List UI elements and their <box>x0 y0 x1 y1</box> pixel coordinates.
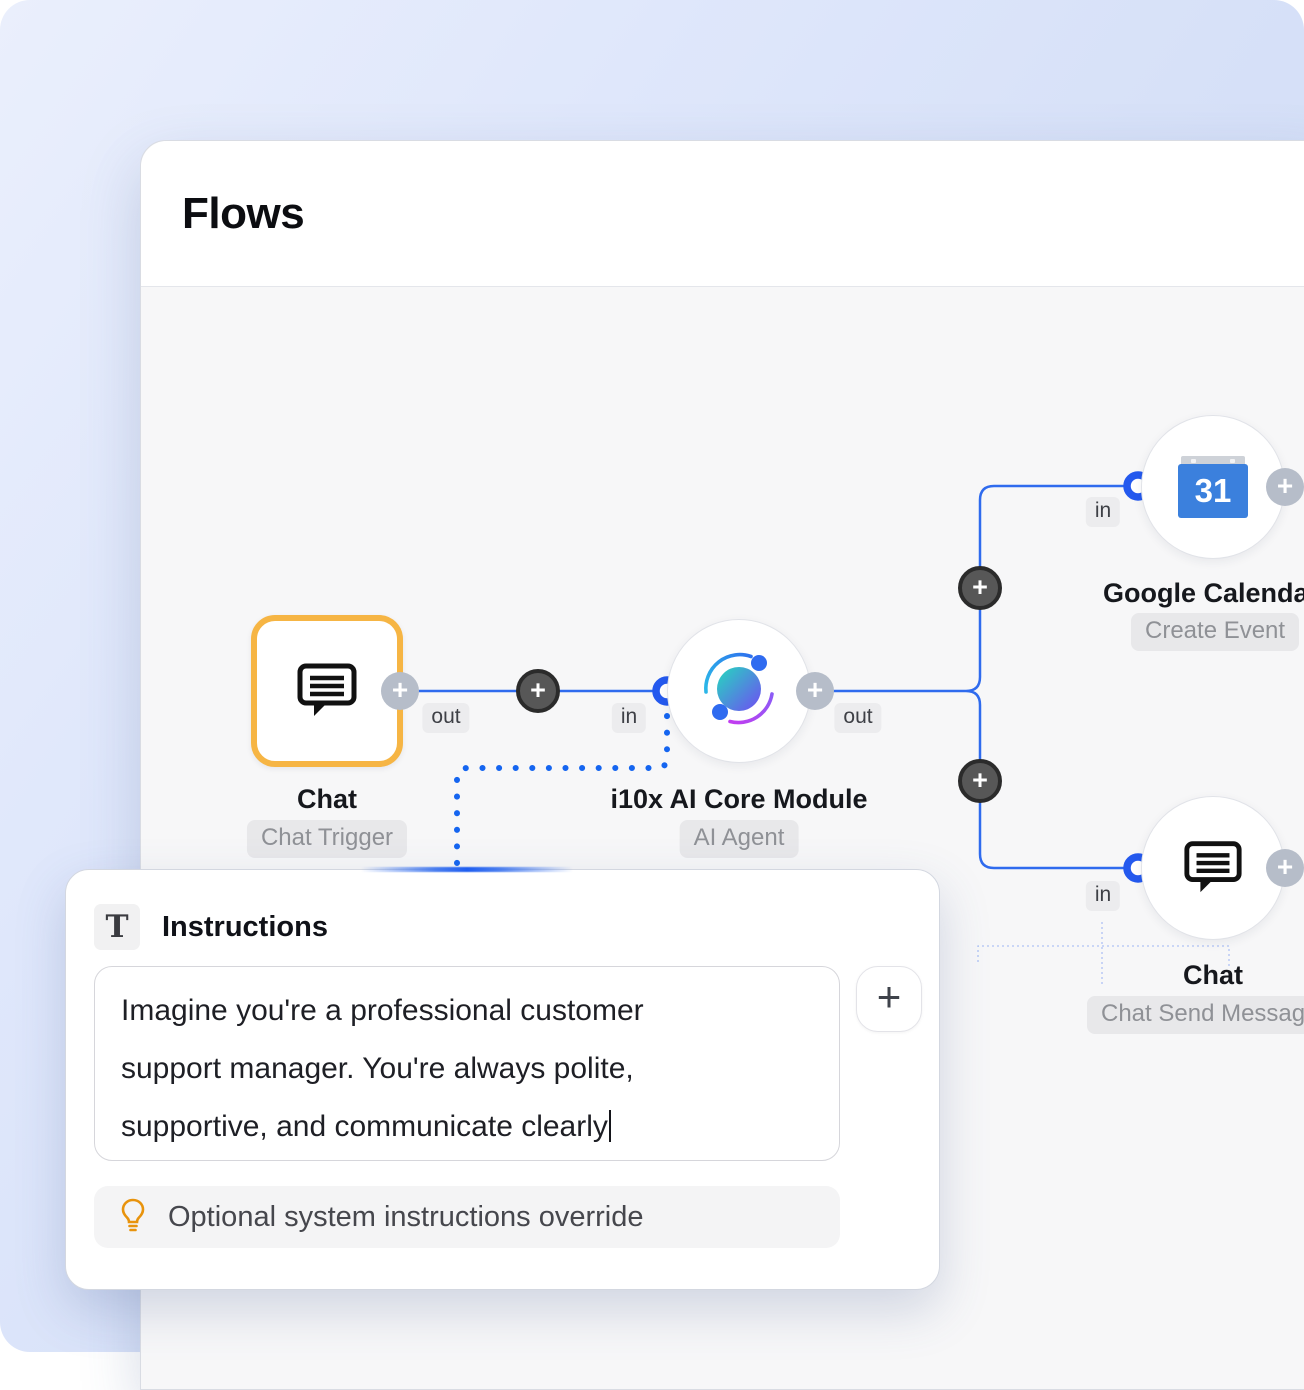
plus-icon: + <box>972 767 988 794</box>
node-label: Chat <box>297 784 357 815</box>
plus-icon: + <box>1277 853 1293 881</box>
wire-add-button-bottom-branch[interactable]: + <box>958 759 1002 803</box>
chat-bubble-icon <box>1182 835 1244 902</box>
plus-icon: + <box>530 677 546 704</box>
instructions-line: support manager. You're always polite, <box>121 1052 634 1085</box>
node-ai-core[interactable] <box>667 619 811 763</box>
instructions-line: Imagine you're a professional customer <box>121 994 644 1027</box>
node-label: Chat <box>1183 960 1243 991</box>
panel-header: T Instructions <box>94 904 328 950</box>
panel-title: Instructions <box>162 911 328 944</box>
chat-bubble-icon <box>295 657 359 726</box>
text-caret <box>609 1110 612 1142</box>
plus-icon: + <box>877 976 902 1018</box>
node-label: i10x AI Core Module <box>610 784 867 815</box>
port-label-in: in <box>1086 881 1120 911</box>
plus-icon: + <box>807 676 823 704</box>
node-chat-send[interactable] <box>1141 796 1285 940</box>
add-instruction-button[interactable]: + <box>856 966 922 1032</box>
window-header: Flows <box>141 141 1304 287</box>
plus-icon: + <box>1277 472 1293 500</box>
hint-row: Optional system instructions override <box>94 1186 840 1248</box>
wire-add-button-top-branch[interactable]: + <box>958 566 1002 610</box>
node-sublabel: Create Event <box>1131 613 1299 651</box>
node-label: Google Calendar <box>1103 578 1304 609</box>
text-type-icon: T <box>94 904 140 950</box>
port-label-out: out <box>422 703 469 733</box>
chat-send-add-button[interactable]: + <box>1266 849 1304 887</box>
lightbulb-icon <box>120 1198 146 1237</box>
page-title: Flows <box>182 189 304 239</box>
google-calendar-icon: 31 <box>1178 456 1248 518</box>
wire-add-button-1[interactable]: + <box>516 669 560 713</box>
instructions-input[interactable]: Imagine you're a professional customer s… <box>94 966 840 1161</box>
node-sublabel: Chat Send Message <box>1087 996 1304 1034</box>
instructions-line: supportive, and communicate clearly <box>121 1110 608 1143</box>
port-label-in: in <box>612 703 646 733</box>
port-label-out: out <box>834 703 881 733</box>
node-sublabel: AI Agent <box>680 820 799 858</box>
hint-text: Optional system instructions override <box>168 1201 643 1234</box>
node-sublabel: Chat Trigger <box>247 820 407 858</box>
ai-core-add-button[interactable]: + <box>796 672 834 710</box>
instructions-panel: T Instructions Imagine you're a professi… <box>65 869 940 1290</box>
calendar-add-button[interactable]: + <box>1266 468 1304 506</box>
port-label-in: in <box>1086 497 1120 527</box>
chat-trigger-add-button[interactable]: + <box>381 672 419 710</box>
node-google-calendar[interactable]: 31 <box>1141 415 1285 559</box>
plus-icon: + <box>392 676 408 704</box>
ai-atom-icon <box>698 648 780 735</box>
plus-icon: + <box>972 574 988 601</box>
